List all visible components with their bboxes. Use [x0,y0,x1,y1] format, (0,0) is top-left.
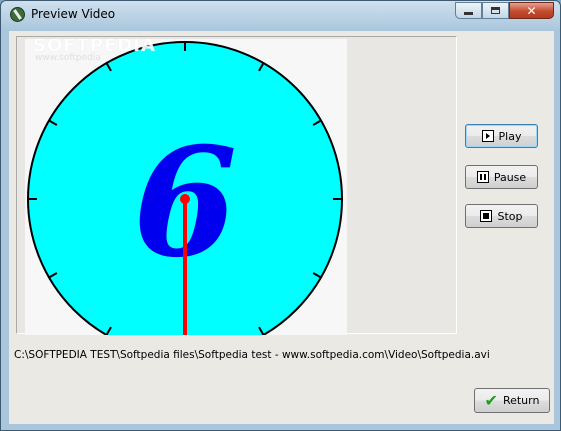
pause-label: Pause [493,170,527,184]
preview-video-window: Preview Video ✕ 6 SOFTPEDIA www.softpedi… [0,0,561,431]
stop-label: Stop [497,209,523,223]
checkmark-icon: ✔ [484,390,498,410]
app-icon [10,7,25,22]
video-preview-frame: 6 SOFTPEDIA www.softpedia [16,36,457,335]
pause-button[interactable]: Pause [465,165,538,189]
minimize-button[interactable] [455,2,482,19]
maximize-button[interactable] [482,2,509,19]
pause-icon [476,171,489,183]
minimize-icon [464,12,473,15]
play-label: Play [498,129,522,143]
maximize-icon [491,7,500,14]
play-icon [481,130,494,142]
video-canvas: 6 SOFTPEDIA www.softpedia [25,39,347,335]
countdown-dial-graphic: 6 [27,41,343,335]
file-path-label: C:\SOFTPEDIA TEST\Softpedia files\Softpe… [14,349,490,361]
window-title: Preview Video [31,7,116,21]
title-bar[interactable]: Preview Video ✕ [1,1,560,31]
dial-hub [180,194,190,204]
watermark-url: www.softpedia [35,53,101,63]
stop-button[interactable]: Stop [465,204,538,228]
dialog-client-area: 6 SOFTPEDIA www.softpedia Play Pause Sto… [9,31,554,424]
play-button[interactable]: Play [465,124,538,148]
return-label: Return [502,394,540,407]
close-button[interactable]: ✕ [509,2,554,19]
stop-icon [480,210,493,222]
close-icon: ✕ [526,3,537,18]
caption-buttons: ✕ [455,2,554,19]
return-button[interactable]: ✔ Return [474,388,550,413]
